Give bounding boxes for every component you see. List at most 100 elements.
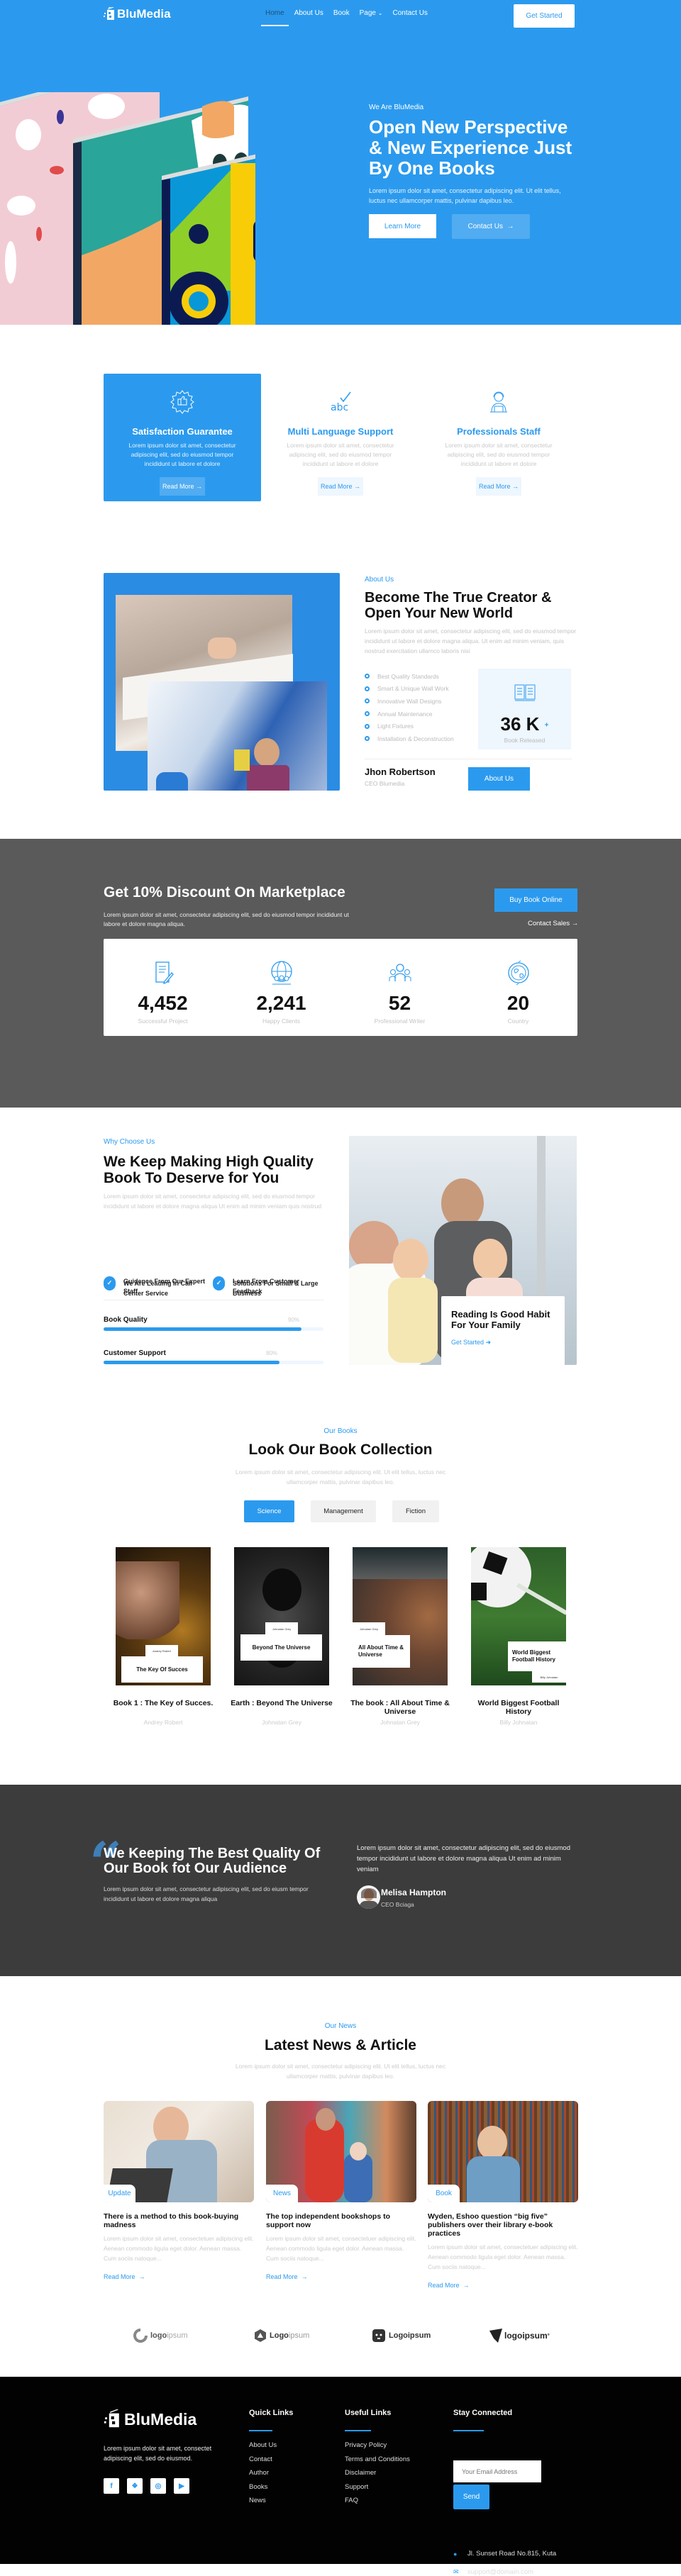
support-email-text[interactable]: support@domain.com <box>467 2568 533 2576</box>
nav-book[interactable]: Book <box>333 9 350 17</box>
buy-book-online-button[interactable]: Buy Book Online <box>494 888 577 912</box>
book-quality-progress-bar <box>104 1327 323 1331</box>
footer-link-news[interactable]: News <box>249 2497 293 2511</box>
news-image[interactable]: Update <box>104 2101 254 2202</box>
document-pen-icon <box>155 961 174 985</box>
person-name: Jhon Robertson <box>365 766 436 777</box>
book-title[interactable]: Book 1 : The Key of Succes. <box>110 1699 216 1707</box>
footer-link-disclaimer[interactable]: Disclaimer <box>345 2469 410 2483</box>
book-logo-icon <box>104 7 114 20</box>
nav-contact[interactable]: Contact Us <box>392 9 427 17</box>
stat-happy-clients: 2,241 Happy Clients <box>222 939 340 1036</box>
news-image[interactable]: Book <box>428 2101 578 2202</box>
read-more-link[interactable]: Read More → <box>104 2273 254 2280</box>
contact-us-label: Contact Us <box>467 223 503 230</box>
news-title[interactable]: The top independent bookshops to support… <box>266 2212 416 2229</box>
footer-link-about[interactable]: About Us <box>249 2441 293 2455</box>
book-cover[interactable]: Johnatan Grey Beyond The Universe <box>234 1547 329 1685</box>
news-category[interactable]: Book <box>428 2185 460 2202</box>
tab-fiction[interactable]: Fiction <box>392 1500 439 1522</box>
footer-link-faq[interactable]: FAQ <box>345 2497 410 2511</box>
why-description: Lorem ipsum dolor sit amet, consectetur … <box>104 1193 322 1210</box>
partner-logo[interactable]: logo ipsum <box>133 2329 188 2343</box>
read-more-button[interactable]: Read More → <box>318 477 363 496</box>
facebook-icon[interactable]: f <box>104 2478 119 2494</box>
partner-logo-suffix: ° <box>547 2332 550 2339</box>
read-more-label: Read More <box>104 2273 135 2280</box>
tab-management[interactable]: Management <box>311 1500 376 1522</box>
hero-title: Open New Perspective & New Experience Ju… <box>369 116 572 179</box>
arrow-right-icon: → <box>196 483 203 490</box>
why-feature: ✓ Learn From Customer Feedback <box>213 1276 326 1296</box>
news-tag: Our News <box>324 2022 357 2030</box>
bullet-icon <box>365 698 370 704</box>
stay-connected-column: Stay Connected <box>453 2409 512 2431</box>
book-title[interactable]: Earth : Beyond The Universe <box>228 1699 335 1707</box>
partner-logo[interactable]: Logoipsum <box>372 2329 431 2343</box>
nav-about[interactable]: About Us <box>294 9 323 17</box>
send-button[interactable]: Send <box>453 2485 489 2509</box>
arrow-right-icon: → <box>512 483 519 490</box>
check-circle-icon: ✓ <box>213 1276 225 1288</box>
book-title[interactable]: World Biggest Football History <box>465 1699 572 1716</box>
title-underline <box>345 2430 371 2431</box>
about-title: Become The True Creator & Open Your New … <box>365 590 552 621</box>
news-title[interactable]: Wyden, Eshoo question “big five” publish… <box>428 2212 578 2238</box>
brand-logo[interactable]: BluMedia <box>104 7 171 21</box>
newsletter-email-input[interactable] <box>453 2460 541 2482</box>
footer-brand-name: BluMedia <box>124 2409 197 2429</box>
get-started-button[interactable]: Get Started <box>514 4 575 28</box>
contact-us-button[interactable]: Contact Us → <box>452 214 530 239</box>
news-excerpt: Lorem ipsum dolor sit amet, consectetuer… <box>428 2243 578 2270</box>
read-more-link[interactable]: Read More → <box>266 2273 416 2280</box>
stat-suffix: + <box>544 721 549 730</box>
list-item: Annual Maintenance <box>365 708 454 720</box>
footer-link-support[interactable]: Support <box>345 2483 410 2497</box>
list-item: Light Fixtures <box>365 720 454 732</box>
feature-title: Satisfaction Guarantee <box>132 426 233 437</box>
partner-logo-suffix: ipsum <box>167 2331 188 2340</box>
news-title[interactable]: There is a method to this book-buying ma… <box>104 2212 254 2229</box>
hero-subtitle: We Are BluMedia <box>369 104 424 111</box>
family-card-title: Reading Is Good Habit For Your Family <box>451 1309 550 1330</box>
footer-link-author[interactable]: Author <box>249 2469 293 2483</box>
partner-logo[interactable]: Logoipsum <box>253 2329 309 2343</box>
nav-page[interactable]: Page ⌄ <box>360 9 383 17</box>
learn-more-button[interactable]: Learn More <box>369 214 436 238</box>
news-category[interactable]: News <box>266 2185 298 2202</box>
read-more-button[interactable]: Read More → <box>160 477 205 496</box>
news-image[interactable]: News <box>266 2101 416 2202</box>
feature-title: Multi Language Support <box>287 426 394 437</box>
list-item: Innovative Wall Designs <box>365 695 454 708</box>
nav-home[interactable]: Home <box>261 9 289 26</box>
footer-brand-logo[interactable]: BluMedia <box>104 2409 196 2429</box>
book-cover[interactable]: Andrey Robert The Key Of Succes <box>116 1547 211 1685</box>
tab-science[interactable]: Science <box>244 1500 294 1522</box>
team-icon <box>389 964 411 981</box>
discount-section: Get 10% Discount On Marketplace Lorem ip… <box>0 839 681 1108</box>
stat-value: 4,452 <box>138 992 188 1014</box>
footer-link-books[interactable]: Books <box>249 2483 293 2497</box>
read-more-link[interactable]: Read More → <box>428 2282 578 2289</box>
book-logo-icon <box>104 2409 119 2428</box>
stat-label: Country <box>507 1017 529 1025</box>
instagram-icon[interactable]: ◎ <box>150 2478 166 2494</box>
book-cover[interactable]: World Biggest Football History Billy Joh… <box>471 1547 566 1685</box>
partner-logo[interactable]: logoipsum ° <box>489 2329 550 2343</box>
book-title[interactable]: The book : All About Time & Universe <box>347 1699 453 1716</box>
book-cover[interactable]: Johnatan Grey All About Time & Universe <box>353 1547 448 1685</box>
about-us-button[interactable]: About Us <box>468 767 530 791</box>
why-tag: Why Choose Us <box>104 1138 155 1146</box>
youtube-icon[interactable]: ▶ <box>174 2478 189 2494</box>
footer-link-privacy[interactable]: Privacy Policy <box>345 2441 410 2455</box>
contact-sales-link[interactable]: Contact Sales → <box>528 920 578 927</box>
news-category[interactable]: Update <box>104 2185 135 2202</box>
stat-value: 52 <box>388 992 411 1014</box>
twitter-icon[interactable]: ❖ <box>127 2478 143 2494</box>
footer-link-terms[interactable]: Terms and Conditions <box>345 2455 410 2470</box>
address: ● Jl. Sunset Road No.815, Kuta <box>453 2550 556 2558</box>
footer-link-contact[interactable]: Contact <box>249 2455 293 2470</box>
read-more-button[interactable]: Read More → <box>476 477 521 496</box>
partner-logo-text: logo <box>150 2331 167 2340</box>
get-started-link[interactable]: Get Started ➜ <box>451 1339 555 1346</box>
